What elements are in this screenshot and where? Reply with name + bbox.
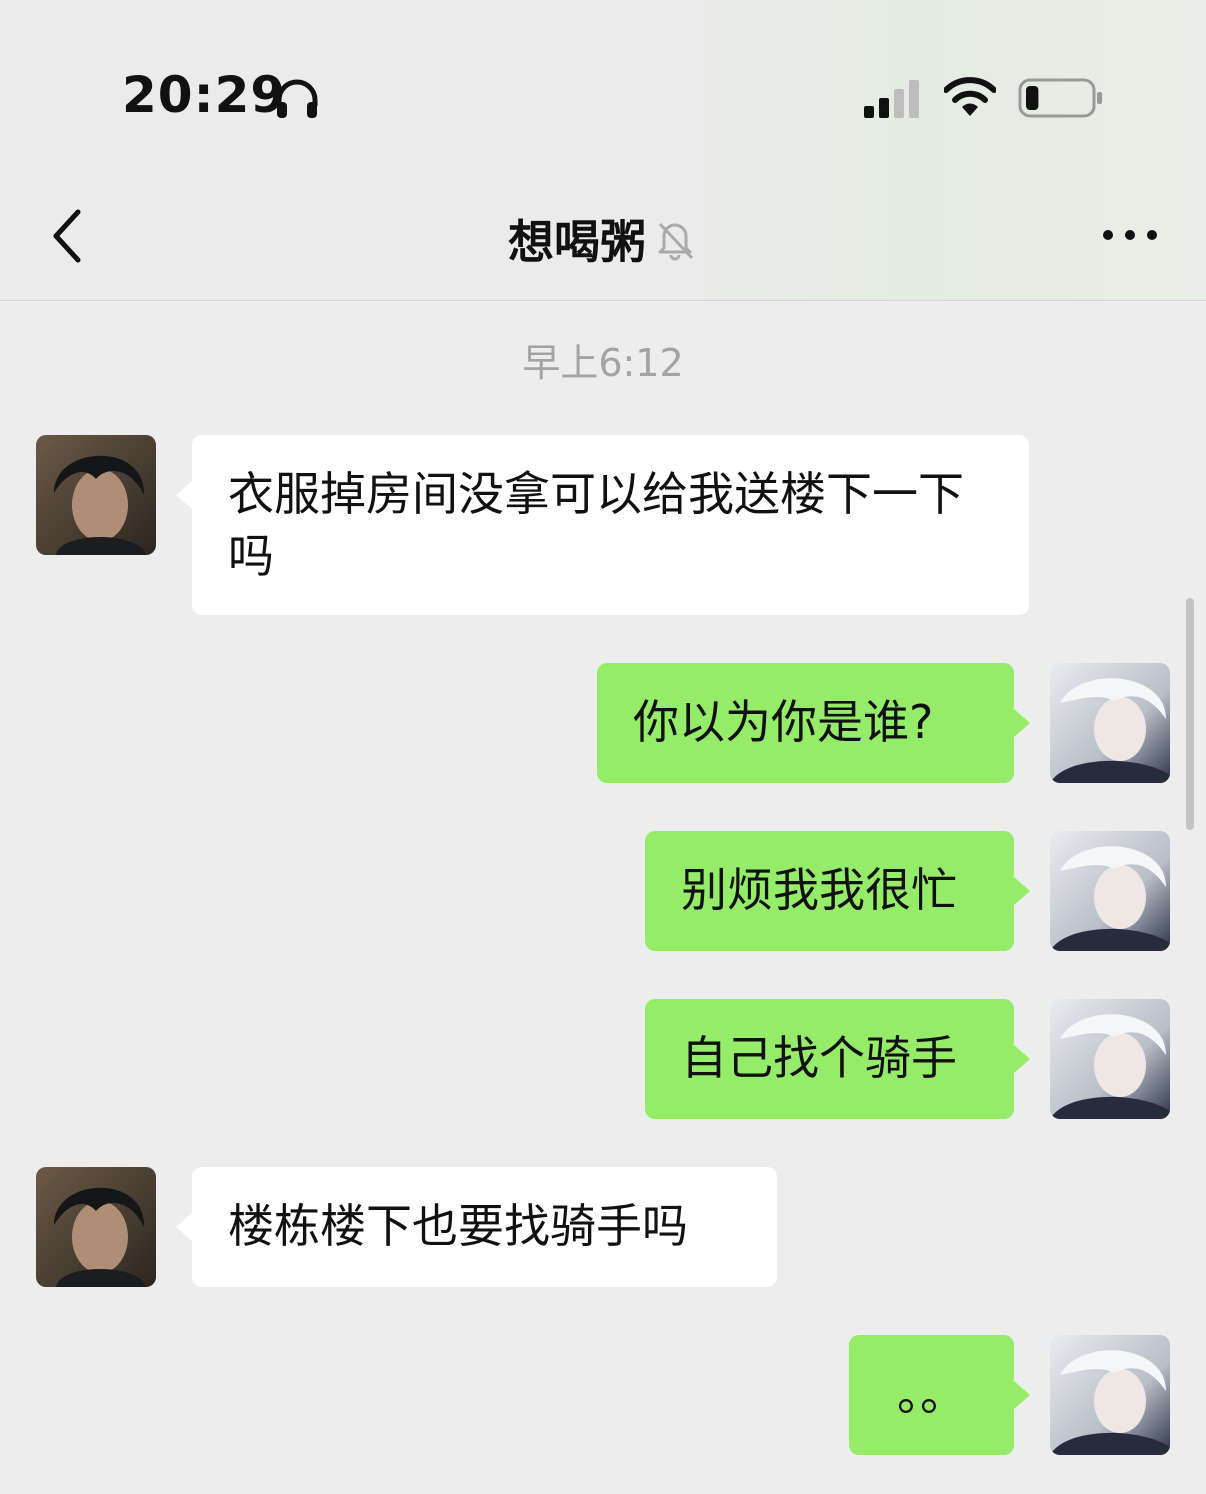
message-bubble-incoming[interactable]: 楼栋楼下也要找骑手吗 <box>176 1167 777 1287</box>
contact-avatar[interactable] <box>36 1167 156 1287</box>
my-avatar[interactable] <box>1050 999 1170 1119</box>
message-timestamp: 早上6:12 <box>522 341 684 385</box>
my-avatar[interactable] <box>1050 1335 1170 1455</box>
contact-avatar[interactable] <box>36 435 156 555</box>
message-bubble-outgoing[interactable]: 别烦我我很忙 <box>645 831 1030 951</box>
signal-icon <box>864 80 919 118</box>
battery-icon <box>1018 78 1102 118</box>
wifi-icon <box>944 77 996 116</box>
chat-title-bar: 想喝粥 <box>0 206 1206 272</box>
my-avatar[interactable] <box>1050 663 1170 783</box>
scrollbar[interactable] <box>1186 598 1194 830</box>
my-avatar[interactable] <box>1050 831 1170 951</box>
mute-bell-icon <box>658 222 694 261</box>
headphones-icon <box>276 79 318 118</box>
message-bubble-incoming[interactable]: 衣服掉房间没拿可以给我送楼下一下吗 <box>176 435 1029 615</box>
status-time: 20:29 <box>122 66 287 124</box>
message-bubble-outgoing[interactable]: 你以为你是谁? <box>597 663 1030 783</box>
chat-title: 想喝粥 <box>508 215 646 269</box>
message-bubble-outgoing[interactable]: 。。 <box>849 1335 1030 1455</box>
message-bubble-outgoing[interactable]: 自己找个骑手 <box>645 999 1030 1119</box>
more-options-icon[interactable] <box>1100 222 1160 248</box>
